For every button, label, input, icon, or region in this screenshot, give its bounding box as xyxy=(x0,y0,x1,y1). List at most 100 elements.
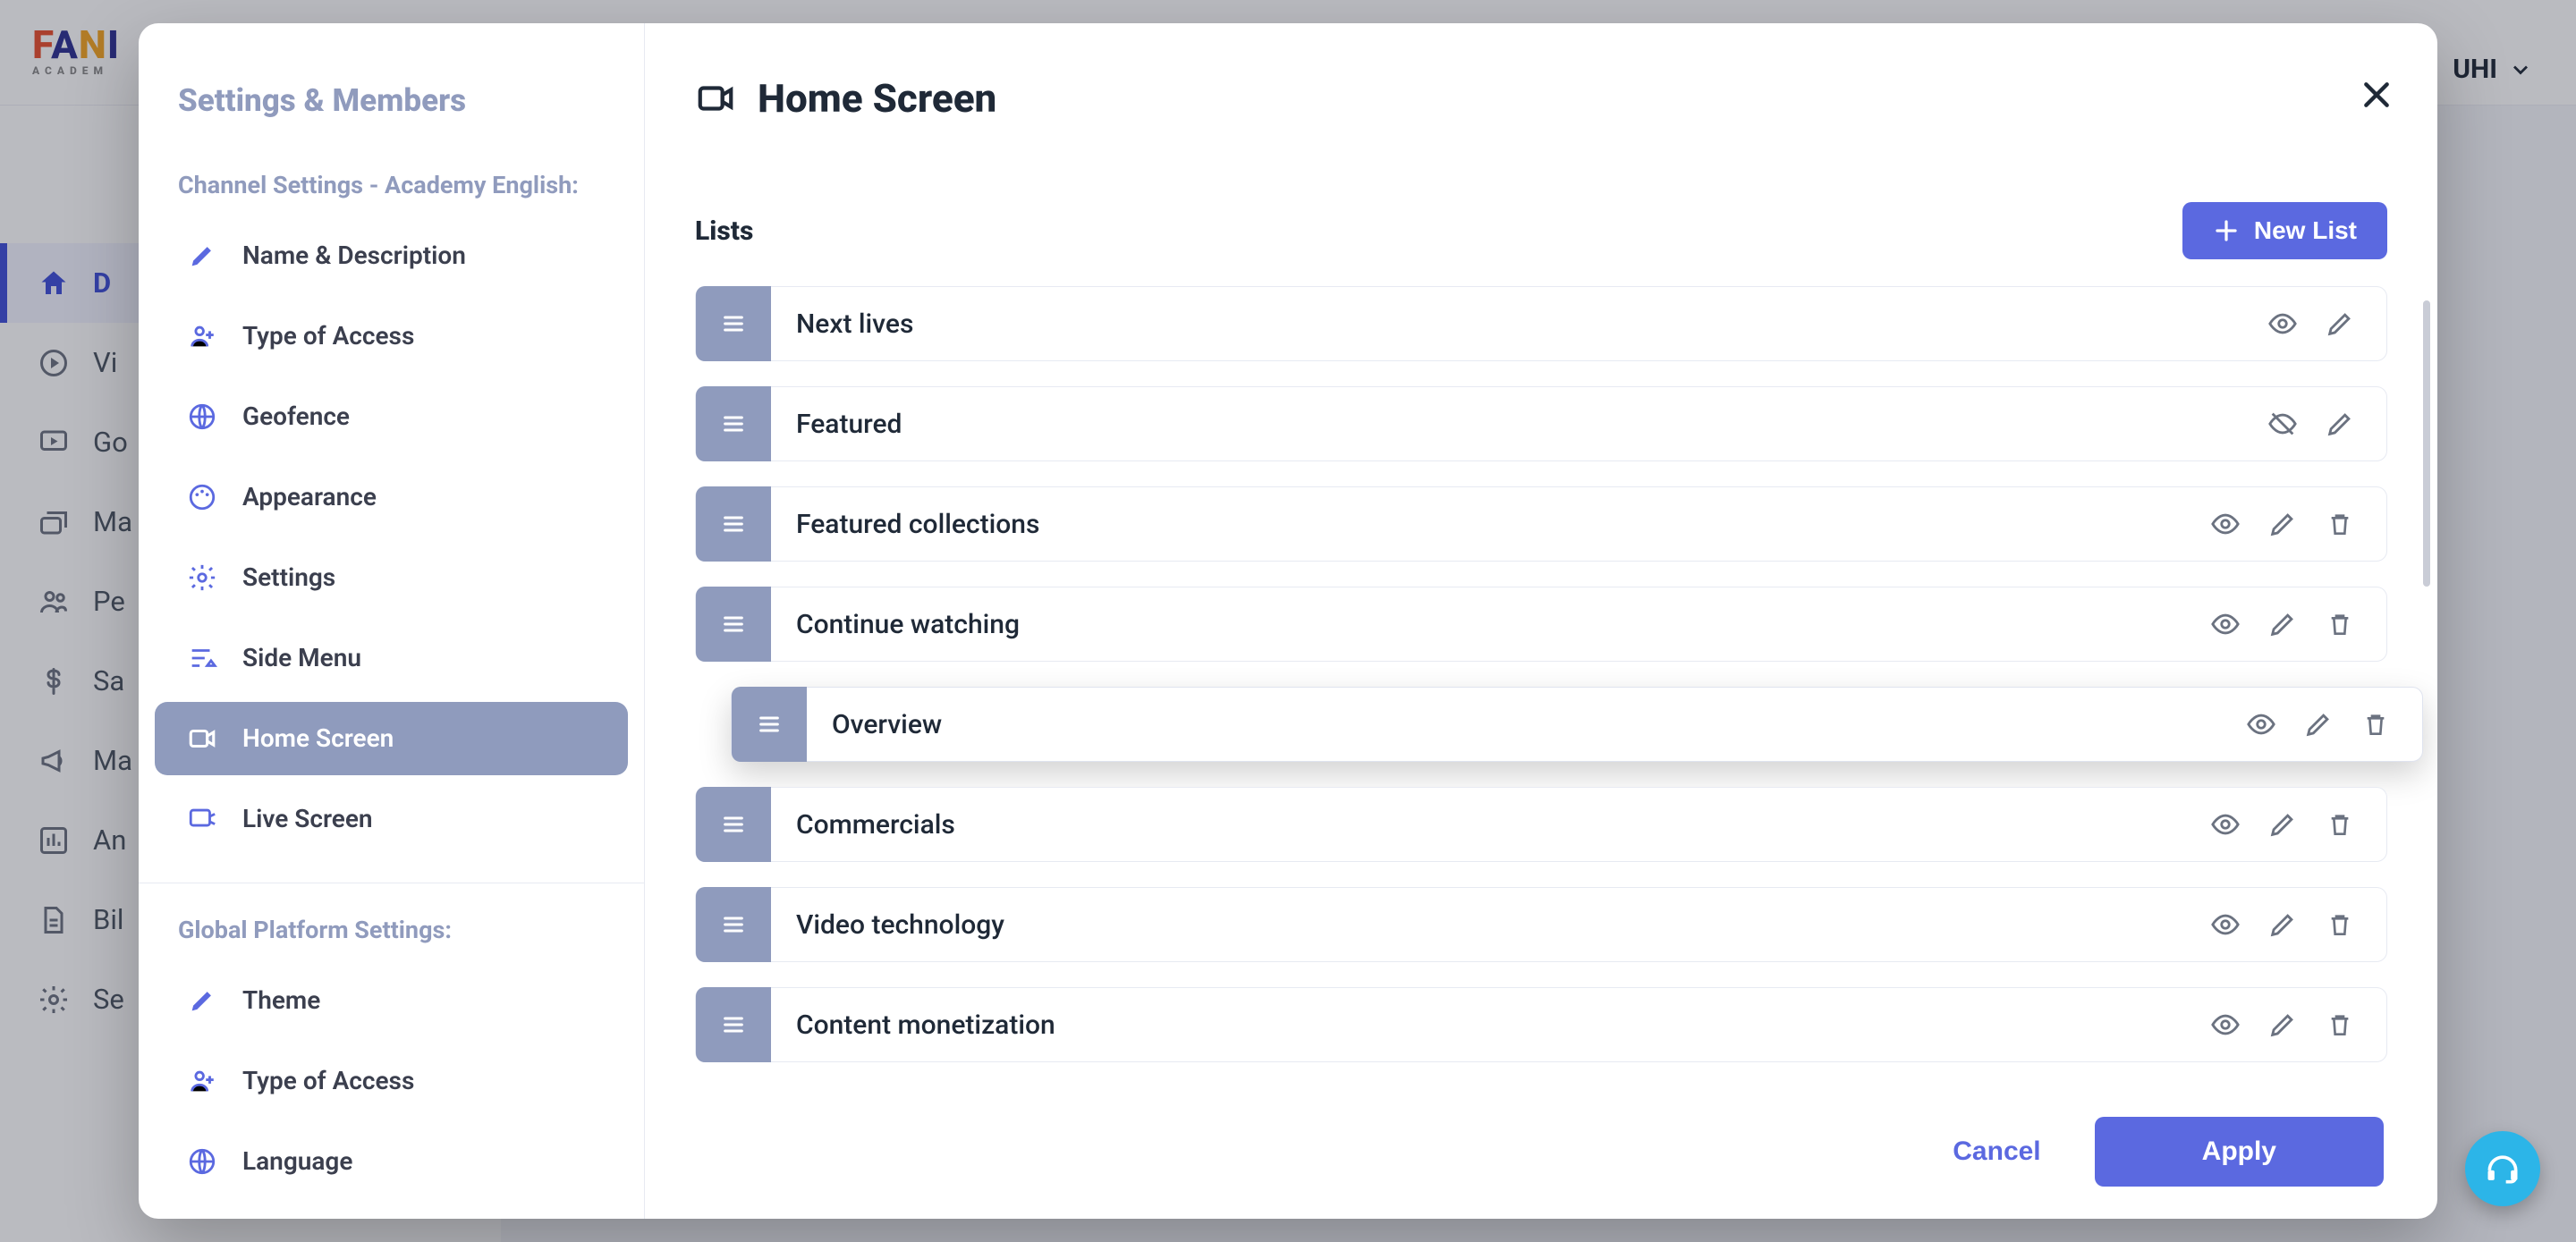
channel-settings-label: Channel Settings - Academy English: xyxy=(139,119,644,212)
settings-icon xyxy=(187,562,217,593)
sidebar-item-label: Home Screen xyxy=(242,723,394,753)
visibility-toggle[interactable] xyxy=(2209,1009,2241,1041)
camera-icon xyxy=(695,78,736,119)
language-icon xyxy=(187,1146,217,1177)
sidebar-item-label: Theme xyxy=(242,985,320,1015)
sidebar-item-label: Appearance xyxy=(242,482,377,511)
drag-handle[interactable] xyxy=(696,587,771,662)
visibility-toggle[interactable] xyxy=(2209,808,2241,841)
sidebar-item-type-of-access-global[interactable]: Type of Access xyxy=(155,1044,628,1118)
edit-button[interactable] xyxy=(2267,908,2299,941)
visibility-toggle[interactable] xyxy=(2267,308,2299,340)
list-row-title: Content monetization xyxy=(771,1010,2209,1041)
modal-sidebar: Settings & Members Channel Settings - Ac… xyxy=(139,23,645,1219)
main-body: Lists New List Next lives Featured Featu… xyxy=(645,122,2437,1090)
sidebar-item-label: Settings xyxy=(242,562,335,592)
visibility-toggle[interactable] xyxy=(2209,608,2241,640)
list-row-actions xyxy=(2245,708,2422,740)
sidebar-item-settings[interactable]: Settings xyxy=(155,541,628,614)
delete-button[interactable] xyxy=(2324,508,2356,540)
lists-label: Lists xyxy=(695,215,753,247)
scrollbar-thumb[interactable] xyxy=(2423,300,2430,587)
visibility-toggle[interactable] xyxy=(2209,908,2241,941)
sidebar-item-side-menu[interactable]: Side Menu xyxy=(155,621,628,695)
type-of-access-icon xyxy=(187,321,217,351)
global-settings-label: Global Platform Settings: xyxy=(139,883,644,957)
list-row-continue-watching: Continue watching xyxy=(695,587,2387,662)
list-row-actions xyxy=(2267,308,2386,340)
home-screen-icon xyxy=(187,723,217,754)
drag-handle[interactable] xyxy=(696,286,771,361)
sidebar-item-appearance[interactable]: Appearance xyxy=(155,460,628,534)
appearance-icon xyxy=(187,482,217,512)
delete-button[interactable] xyxy=(2324,908,2356,941)
list-row-actions xyxy=(2209,808,2386,841)
drag-handle[interactable] xyxy=(696,486,771,562)
main-header: Home Screen xyxy=(645,23,2437,122)
apply-button[interactable]: Apply xyxy=(2095,1117,2384,1187)
list-row-actions xyxy=(2209,908,2386,941)
drag-handle[interactable] xyxy=(732,687,807,762)
cancel-button[interactable]: Cancel xyxy=(1953,1136,2040,1167)
list-row-title: Commercials xyxy=(771,809,2209,841)
sidebar-item-language[interactable]: Language xyxy=(155,1125,628,1198)
side-menu-icon xyxy=(187,643,217,673)
visibility-toggle[interactable] xyxy=(2209,508,2241,540)
sidebar-item-label: Type of Access xyxy=(242,1066,414,1095)
drag-handle[interactable] xyxy=(696,987,771,1062)
sidebar-item-theme[interactable]: Theme xyxy=(155,964,628,1037)
modal-main: Home Screen Lists New List Next lives Fe… xyxy=(645,23,2437,1219)
sidebar-item-type-of-access[interactable]: Type of Access xyxy=(155,300,628,373)
edit-button[interactable] xyxy=(2267,808,2299,841)
list-row-commercials: Commercials xyxy=(695,787,2387,862)
list-row-title: Video technology xyxy=(771,909,2209,941)
edit-button[interactable] xyxy=(2267,508,2299,540)
drag-handle[interactable] xyxy=(696,386,771,461)
sidebar-item-label: Side Menu xyxy=(242,643,361,672)
edit-button[interactable] xyxy=(2267,1009,2299,1041)
list-row-actions xyxy=(2209,1009,2386,1041)
new-list-label: New List xyxy=(2254,216,2357,245)
close-button[interactable] xyxy=(2353,72,2400,118)
sidebar-item-name-description[interactable]: Name & Description xyxy=(155,219,628,292)
sidebar-item-geofence[interactable]: Geofence xyxy=(155,380,628,453)
headset-icon xyxy=(2483,1149,2522,1188)
list-row-video-technology: Video technology xyxy=(695,887,2387,962)
list-row-title: Overview xyxy=(807,709,2245,740)
plus-icon xyxy=(2213,217,2240,244)
list-row-title: Continue watching xyxy=(771,609,2209,640)
list-row-title: Featured xyxy=(771,409,2267,440)
edit-button[interactable] xyxy=(2324,408,2356,440)
drag-handle[interactable] xyxy=(696,887,771,962)
settings-modal: Settings & Members Channel Settings - Ac… xyxy=(139,23,2437,1219)
visibility-toggle[interactable] xyxy=(2267,408,2299,440)
edit-button[interactable] xyxy=(2324,308,2356,340)
edit-button[interactable] xyxy=(2267,608,2299,640)
list-row-title: Next lives xyxy=(771,308,2267,340)
list-row-featured: Featured xyxy=(695,386,2387,461)
delete-button[interactable] xyxy=(2324,1009,2356,1041)
support-fab[interactable] xyxy=(2465,1131,2540,1206)
list-row-actions xyxy=(2209,608,2386,640)
list-row-overview: Overview xyxy=(731,687,2423,762)
modal-footer: Cancel Apply xyxy=(645,1090,2437,1219)
drag-handle[interactable] xyxy=(696,787,771,862)
new-list-button[interactable]: New List xyxy=(2182,202,2387,259)
modal-title: Settings & Members xyxy=(139,23,644,119)
delete-button[interactable] xyxy=(2324,808,2356,841)
edit-button[interactable] xyxy=(2302,708,2334,740)
live-screen-icon xyxy=(187,804,217,834)
theme-icon xyxy=(187,985,217,1016)
sidebar-item-live-screen[interactable]: Live Screen xyxy=(155,782,628,856)
delete-button[interactable] xyxy=(2360,708,2392,740)
close-icon xyxy=(2359,77,2394,113)
list-row-actions xyxy=(2267,408,2386,440)
visibility-toggle[interactable] xyxy=(2245,708,2277,740)
name-description-icon xyxy=(187,241,217,271)
list-row-actions xyxy=(2209,508,2386,540)
page-title: Home Screen xyxy=(758,75,996,122)
delete-button[interactable] xyxy=(2324,608,2356,640)
sidebar-item-home-screen[interactable]: Home Screen xyxy=(155,702,628,775)
sidebar-item-label: Language xyxy=(242,1146,352,1176)
list-row-featured-collections: Featured collections xyxy=(695,486,2387,562)
